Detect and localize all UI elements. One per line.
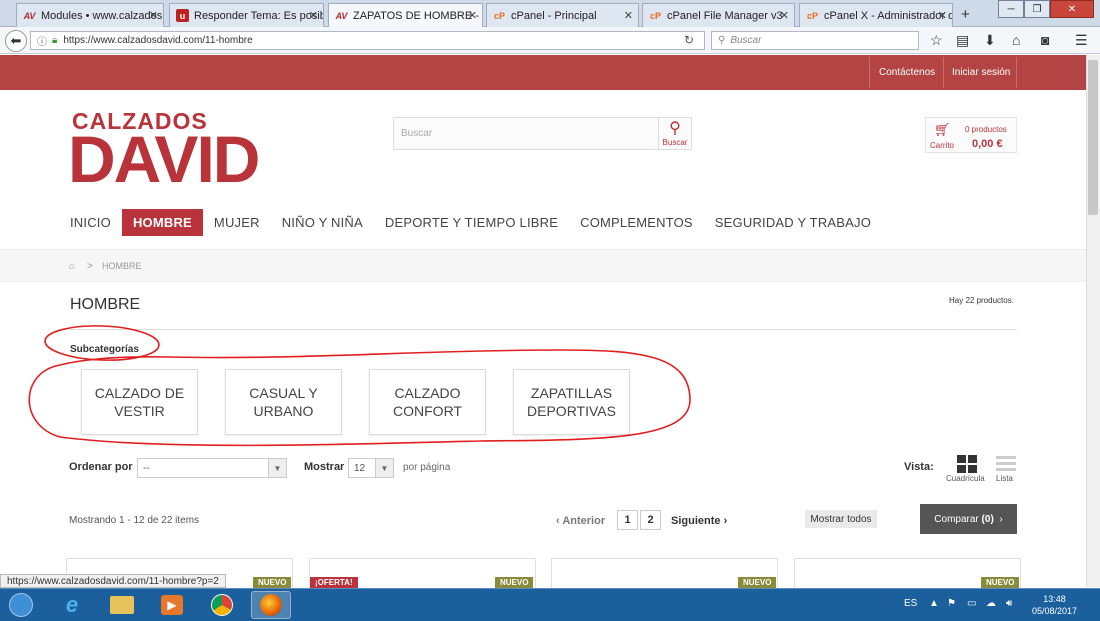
showing-items: Mostrando 1 - 12 de 22 items (69, 515, 200, 526)
list-view-label[interactable]: Lista (996, 474, 1013, 483)
new-badge: NUEVO (495, 577, 534, 588)
view-label: Vista: (904, 461, 934, 473)
chevron-right-icon: › (720, 515, 728, 527)
pagination-next[interactable]: Siguiente › (671, 515, 727, 527)
system-clock[interactable]: 13:48 05/08/2017 (1032, 593, 1077, 617)
new-badge: NUEVO (981, 577, 1020, 588)
show-select[interactable]: 12 ▼ (348, 458, 394, 478)
chevron-down-icon: ▼ (268, 459, 286, 477)
show-label: Mostrar (304, 461, 345, 473)
pagination-prev[interactable]: ‹ Anterior (556, 515, 605, 527)
file-explorer-icon[interactable] (102, 591, 142, 619)
volume-icon[interactable]: 🔊︎ (1006, 598, 1012, 609)
windows-start-icon[interactable] (2, 591, 40, 619)
chevron-down-icon: ▼ (375, 459, 393, 477)
page-2[interactable]: 2 (640, 510, 661, 530)
sort-label: Ordenar por (69, 461, 133, 473)
chrome-icon[interactable] (202, 591, 242, 619)
offer-badge: ¡OFERTA! (310, 577, 358, 588)
page-1[interactable]: 1 (617, 510, 638, 530)
network-icon[interactable]: ▭ (967, 598, 976, 609)
onedrive-icon[interactable]: ☁ (986, 598, 996, 609)
language-indicator[interactable]: ES (904, 598, 917, 609)
show-all-button[interactable]: Mostrar todos (805, 510, 877, 528)
tray-expand-icon[interactable]: ▲ (929, 598, 939, 609)
action-center-icon[interactable]: ⚑ (947, 598, 956, 609)
new-badge: NUEVO (738, 577, 777, 588)
firefox-icon[interactable] (251, 591, 291, 619)
new-badge: NUEVO (253, 577, 292, 588)
annotation-ellipse-large (28, 349, 691, 447)
grid-view-label[interactable]: Cuadrícula (946, 474, 985, 483)
media-player-icon[interactable]: ▶ (152, 591, 192, 619)
grid-view-icon[interactable] (957, 455, 977, 473)
chevron-right-icon: › (999, 513, 1003, 525)
sort-select[interactable]: -- ▼ (137, 458, 287, 478)
internet-explorer-icon[interactable]: e (52, 591, 92, 619)
per-page-label: por página (403, 462, 451, 473)
status-bar-url: https://www.calzadosdavid.com/11-hombre?… (0, 574, 226, 588)
list-view-icon[interactable] (996, 456, 1016, 472)
compare-button[interactable]: Comparar (0) › (920, 504, 1017, 534)
